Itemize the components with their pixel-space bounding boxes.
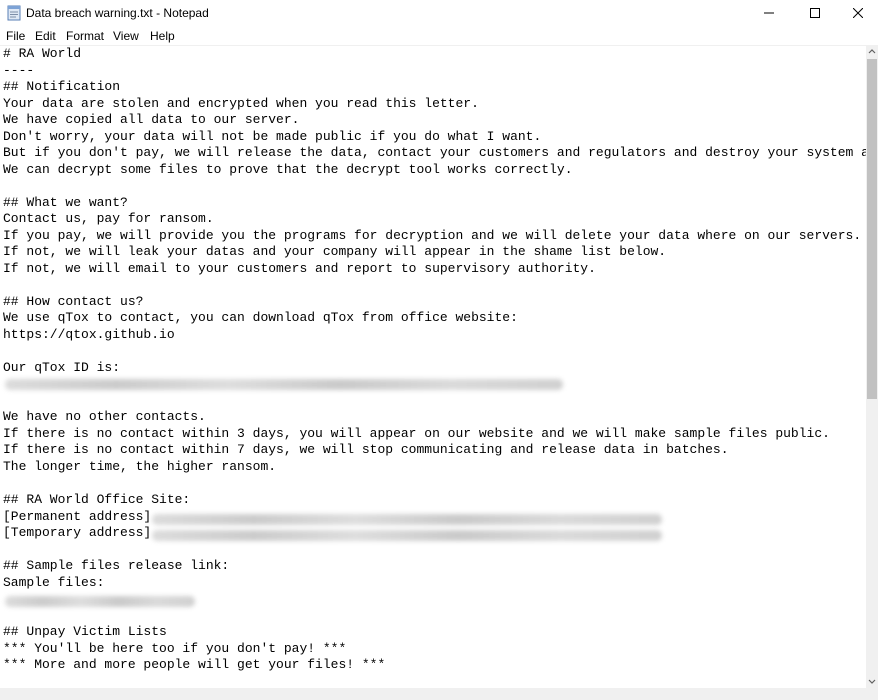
- horizontal-scrollbar[interactable]: [0, 688, 878, 700]
- text-line: # RA World: [3, 46, 82, 61]
- text-line: [Permanent address]: [3, 509, 152, 524]
- menu-file[interactable]: File: [6, 29, 25, 43]
- text-line: *** You'll be here too if you don't pay!…: [3, 641, 347, 656]
- window-title: Data breach warning.txt - Notepad: [26, 6, 209, 20]
- text-line: Sample files:: [3, 575, 105, 590]
- text-line: ## RA World Office Site:: [3, 492, 191, 507]
- text-line: We can decrypt some files to prove that …: [3, 162, 573, 177]
- scroll-down-icon[interactable]: [866, 674, 878, 688]
- text-line: ## Sample files release link:: [3, 558, 230, 573]
- text-line: We use qTox to contact, you can download…: [3, 310, 518, 325]
- menu-format[interactable]: Format: [66, 29, 104, 43]
- notepad-app-icon: [7, 5, 21, 21]
- text-line: ## How contact us?: [3, 294, 144, 309]
- scrollbar-thumb[interactable]: [867, 59, 877, 399]
- menu-help[interactable]: Help: [150, 29, 175, 43]
- close-icon: [853, 8, 863, 18]
- maximize-button[interactable]: [792, 0, 838, 26]
- redacted-qtox-id: [5, 379, 563, 390]
- menu-edit[interactable]: Edit: [35, 29, 56, 43]
- text-line: https://qtox.github.io: [3, 327, 175, 342]
- text-line: ## Unpay Victim Lists: [3, 624, 167, 639]
- redacted-permanent-address: [152, 514, 662, 525]
- text-line: We have copied all data to our server.: [3, 112, 300, 127]
- text-line: If not, we will email to your customers …: [3, 261, 596, 276]
- scroll-up-icon[interactable]: [866, 45, 878, 59]
- redacted-temporary-address: [152, 530, 662, 541]
- text-line: ## What we want?: [3, 195, 128, 210]
- text-line: If there is no contact within 3 days, yo…: [3, 426, 830, 441]
- text-line: Contact us, pay for ransom.: [3, 211, 214, 226]
- menu-bar: File Edit Format View Help: [0, 27, 878, 45]
- minimize-icon: [764, 12, 774, 14]
- minimize-button[interactable]: [746, 0, 792, 26]
- text-line: If not, we will leak your datas and your…: [3, 244, 667, 259]
- title-bar: Data breach warning.txt - Notepad: [0, 0, 878, 26]
- text-line: Our qTox ID is:: [3, 360, 121, 375]
- text-editor-area[interactable]: # RA World ---- ## Notification Your dat…: [0, 45, 866, 689]
- text-line: We have no other contacts.: [3, 409, 206, 424]
- menu-view[interactable]: View: [113, 29, 139, 43]
- text-line: If you pay, we will provide you the prog…: [3, 228, 862, 243]
- text-line: If there is no contact within 7 days, we…: [3, 442, 729, 457]
- text-line: The longer time, the higher ransom.: [3, 459, 277, 474]
- text-line: But if you don't pay, we will release th…: [3, 145, 866, 160]
- redacted-sample-files-link: [5, 596, 195, 607]
- text-line: [Temporary address]: [3, 525, 152, 540]
- vertical-scrollbar[interactable]: [866, 45, 878, 688]
- close-button[interactable]: [835, 0, 878, 26]
- text-line: ## Notification: [3, 79, 121, 94]
- maximize-icon: [810, 8, 820, 18]
- text-line: Your data are stolen and encrypted when …: [3, 96, 479, 111]
- text-line: Don't worry, your data will not be made …: [3, 129, 542, 144]
- text-line: *** More and more people will get your f…: [3, 657, 386, 672]
- text-line: ----: [3, 63, 35, 78]
